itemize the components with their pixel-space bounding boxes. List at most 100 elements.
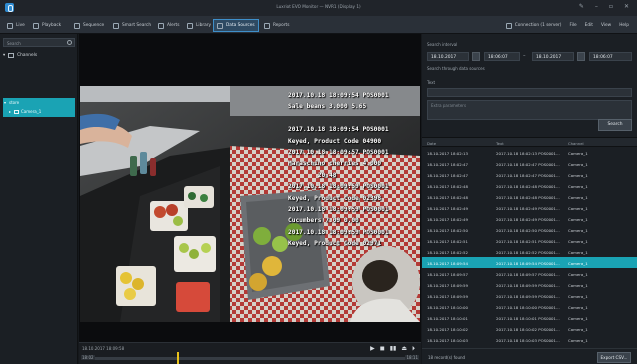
snapshot-icon[interactable]: ⏏: [401, 345, 407, 353]
to-date-field[interactable]: 18.10.2017: [532, 52, 574, 61]
channel-cell: Camera_1: [568, 194, 588, 200]
table-row[interactable]: 18.10.2017 18:10:03 2017.10.18 18:10:03 P…: [422, 334, 637, 345]
stop-icon[interactable]: ◼: [380, 345, 385, 353]
main-toolbar: Live Playback Sequence Smart Search Aler…: [0, 16, 637, 34]
channel-cell: Camera_1: [568, 271, 588, 277]
table-row[interactable]: 18.10.2017 18:02:47 2017.10.18 18:02:47 P…: [422, 158, 637, 169]
minimize-icon[interactable]: –: [595, 3, 598, 10]
next-frame-icon[interactable]: ⏵: [412, 345, 415, 353]
tab-playback[interactable]: Playback: [30, 20, 64, 31]
table-row[interactable]: 18.10.2017 18:02:49 2017.10.18 18:02:49 P…: [422, 202, 637, 213]
table-row[interactable]: 18.10.2017 18:09:59 2017.10.18 18:09:59 P…: [422, 290, 637, 301]
tab-live[interactable]: Live: [4, 20, 28, 31]
table-row[interactable]: 18.10.2017 18:02:51 2017.10.18 18:02:51 P…: [422, 235, 637, 246]
date-cell: 18.10.2017 18:09:54: [427, 260, 468, 266]
menu-help[interactable]: Help: [619, 23, 629, 28]
collapse-icon[interactable]: ▾: [3, 100, 7, 105]
overlay-line: Cucumbers 7.09 0.00: [288, 217, 359, 225]
text-cell: 2017.10.18 18:02:13 POS0001...: [496, 150, 560, 156]
date-cell: 18.10.2017 18:10:03: [427, 337, 468, 343]
date-cell: 18.10.2017 18:02:52: [427, 249, 468, 255]
data-search-panel: Search interval 18.10.2017 18:06:07 – 18…: [422, 34, 637, 364]
table-row[interactable]: 18.10.2017 18:09:57 2017.10.18 18:09:57 P…: [422, 268, 637, 279]
pos-text-overlay: 2017.10.18 18:09:54 POS0001 Sale beans 3…: [288, 90, 389, 250]
pin-icon[interactable]: ✎: [579, 3, 584, 10]
table-row[interactable]: 18.10.2017 18:10:00 2017.10.18 18:10:00 P…: [422, 301, 637, 312]
sequence-icon: [74, 22, 80, 29]
connection-status[interactable]: Connection (1 server): [505, 22, 561, 29]
tab-library[interactable]: Library: [184, 20, 214, 31]
overlay-line: 20.48: [288, 171, 337, 179]
table-row[interactable]: 18.10.2017 18:10:02 2017.10.18 18:10:02 P…: [422, 323, 637, 334]
table-row[interactable]: 18.10.2017 18:02:49 2017.10.18 18:02:49 P…: [422, 213, 637, 224]
channel-cell: Camera_1: [568, 293, 588, 299]
tree-item-store[interactable]: ▾ store: [3, 98, 75, 107]
interval-label: Search interval: [427, 42, 458, 47]
to-time-field[interactable]: 18:06:07: [589, 52, 632, 61]
from-time-field[interactable]: 18:06:07: [484, 52, 520, 61]
camera-icon: [14, 109, 19, 114]
reports-icon: [264, 22, 270, 29]
tree-item-camera[interactable]: ▸ Camera_1: [3, 107, 75, 116]
table-row[interactable]: 18.10.2017 18:10:01 2017.10.18 18:10:01 P…: [422, 312, 637, 323]
column-date[interactable]: Date: [427, 141, 436, 146]
menu-view[interactable]: View: [601, 23, 611, 28]
results-footer: 18 record(s) found Export CSV...: [422, 348, 637, 364]
text-cell: 2017.10.18 18:02:50 POS0001...: [496, 227, 560, 233]
export-csv-button[interactable]: Export CSV...: [597, 352, 631, 363]
tab-sequence[interactable]: Sequence: [71, 20, 107, 31]
channel-search-input[interactable]: Search: [3, 38, 75, 47]
from-date-field[interactable]: 18.10.2017: [427, 52, 469, 61]
playback-time: 18.10.2017 18:09:58: [82, 346, 125, 351]
channel-cell: Camera_1: [568, 315, 588, 321]
date-cell: 18.10.2017 18:02:13: [427, 150, 468, 156]
camera-video-frame[interactable]: 2017.10.18 18:09:54 POS0001 Sale beans 3…: [80, 86, 420, 322]
overlay-line: 2017.10.18 18:09:59 POS0001: [288, 228, 389, 236]
timeline-track[interactable]: [91, 357, 409, 360]
table-row[interactable]: 18.10.2017 18:02:50 2017.10.18 18:02:50 P…: [422, 224, 637, 235]
text-cell: 2017.10.18 18:10:01 POS0001...: [496, 315, 560, 321]
tab-alerts[interactable]: Alerts: [155, 20, 182, 31]
close-icon[interactable]: ✕: [624, 3, 629, 10]
from-calendar-icon[interactable]: [472, 52, 480, 61]
overlay-line: 2017.10.18 18:09:57 POS0001: [288, 149, 389, 157]
table-row[interactable]: 18.10.2017 18:09:59 2017.10.18 18:09:59 P…: [422, 279, 637, 290]
table-row[interactable]: 18.10.2017 18:02:48 2017.10.18 18:02:48 P…: [422, 180, 637, 191]
date-cell: 18.10.2017 18:09:57: [427, 271, 468, 277]
tab-smart-search[interactable]: Smart Search: [110, 20, 154, 31]
text-cell: 2017.10.18 18:09:57 POS0001...: [496, 271, 560, 277]
bell-icon: [158, 22, 164, 29]
table-row[interactable]: 18.10.2017 18:02:48 2017.10.18 18:02:48 P…: [422, 191, 637, 202]
menu-right: Connection (1 server) File Edit View Hel…: [505, 20, 629, 31]
overlay-line: Keyed, Product Code 02971: [288, 240, 382, 248]
date-cell: 18.10.2017 18:02:49: [427, 216, 468, 222]
text-cell: 2017.10.18 18:02:48 POS0001...: [496, 194, 560, 200]
column-text[interactable]: Text: [496, 141, 504, 146]
pause-icon[interactable]: ▮▮: [390, 345, 397, 353]
play-icon[interactable]: ▶: [370, 345, 375, 353]
column-channel[interactable]: Channel: [568, 141, 584, 146]
search-button[interactable]: Search: [598, 119, 632, 131]
search-hint: Search through data sources: [427, 66, 485, 71]
text-cell: 2017.10.18 18:02:47 POS0001...: [496, 172, 560, 178]
menu-edit[interactable]: Edit: [585, 23, 593, 28]
video-viewer[interactable]: 2017.10.18 18:09:54 POS0001 Sale beans 3…: [79, 34, 421, 342]
extra-params-input[interactable]: Extra parameters: [427, 100, 632, 120]
table-row[interactable]: 18.10.2017 18:02:47 2017.10.18 18:02:47 P…: [422, 169, 637, 180]
timeline-playhead[interactable]: [176, 352, 179, 364]
to-calendar-icon[interactable]: [577, 52, 585, 61]
date-cell: 18.10.2017 18:09:59: [427, 282, 468, 288]
date-cell: 18.10.2017 18:09:59: [427, 293, 468, 299]
channel-cell: Camera_1: [568, 238, 588, 244]
channel-cell: Camera_1: [568, 326, 588, 332]
table-row[interactable]: 18.10.2017 18:02:52 2017.10.18 18:02:52 P…: [422, 246, 637, 257]
tab-reports[interactable]: Reports: [261, 20, 292, 31]
menu-file[interactable]: File: [569, 23, 576, 28]
tab-data-sources[interactable]: Data Sources: [213, 19, 259, 32]
table-row[interactable]: 18.10.2017 18:02:13 2017.10.18 18:02:13 P…: [422, 147, 637, 158]
timeline-start: 18:02: [81, 355, 95, 360]
table-row[interactable]: 18.10.2017 18:09:54 2017.10.18 18:09:54 P…: [422, 257, 637, 268]
channels-header[interactable]: ▾ Channels: [3, 51, 75, 60]
text-input[interactable]: [427, 88, 632, 97]
maximize-icon[interactable]: ▫: [609, 3, 613, 10]
